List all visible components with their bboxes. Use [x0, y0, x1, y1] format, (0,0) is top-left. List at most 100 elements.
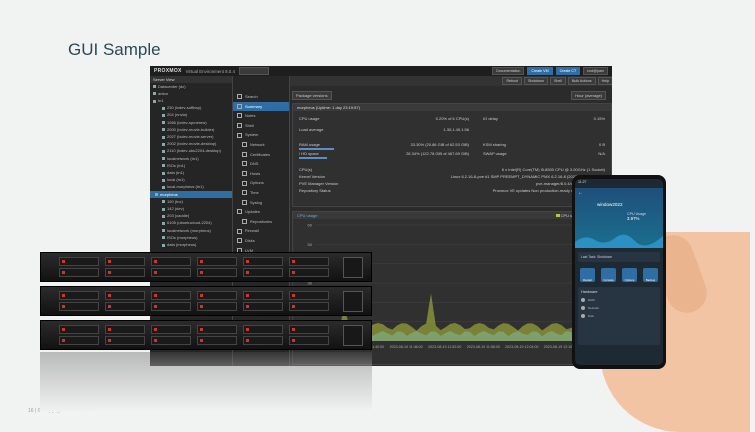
- nav-item[interactable]: Network: [233, 140, 289, 150]
- tree-item[interactable]: 150 (tnx): [150, 198, 232, 205]
- documentation-button[interactable]: Documentation: [492, 67, 525, 75]
- nav-item[interactable]: Syslog: [233, 198, 289, 208]
- top-bar: PROXMOX Virtual Environment 8.0.4 Docume…: [150, 66, 612, 76]
- tree-item-label: data (tn1): [167, 169, 185, 175]
- nav-label: Updates: [245, 209, 260, 215]
- tree-item-label: morpheus: [160, 191, 178, 197]
- tree-item[interactable]: localnetwork (morpheus): [150, 227, 232, 234]
- nav-item[interactable]: Certificates: [233, 150, 289, 160]
- shutdown-button[interactable]: Shutdown: [524, 77, 549, 85]
- tree-item[interactable]: ISOs (tn1): [150, 162, 232, 169]
- tree-list: Datacenter (dc) anton tn1 230 (lxdev-suffix…: [150, 83, 232, 249]
- tree-item[interactable]: data (morpheus): [150, 241, 232, 248]
- nav-label: Disks: [245, 237, 255, 243]
- nav-item[interactable]: DNS: [233, 159, 289, 169]
- nav-item[interactable]: Time: [233, 188, 289, 198]
- nav-label: Hosts: [250, 170, 261, 176]
- tree-item[interactable]: ISOs (morpheus): [150, 234, 232, 241]
- tree-item[interactable]: morpheus: [150, 191, 232, 199]
- nav-item[interactable]: Updates: [233, 207, 289, 217]
- usage-bar: [299, 157, 327, 159]
- tree-item-icon: [162, 164, 165, 168]
- nav-item[interactable]: Search: [233, 92, 289, 102]
- nav-item[interactable]: Repositories: [233, 217, 289, 227]
- drive-bay: [197, 257, 237, 266]
- help-button[interactable]: Help: [597, 77, 612, 85]
- drive-bay: [151, 268, 191, 277]
- x-tick: 2023-08-19 11:58:00: [467, 345, 500, 349]
- shell-button[interactable]: Shell: [550, 77, 567, 85]
- tree-item[interactable]: 204 (nnvia): [150, 112, 232, 119]
- nav-icon: [242, 190, 247, 196]
- tree-item[interactable]: 2000 (lxdev-movie-builder): [150, 126, 232, 133]
- restart-icon[interactable]: Restart: [580, 268, 595, 282]
- last-task-card[interactable]: Last Task: Shutdown: [578, 252, 660, 262]
- tree-item[interactable]: Datacenter (dc): [150, 83, 232, 90]
- drive-bay: [105, 336, 145, 345]
- nav-label: Summary: [245, 103, 263, 109]
- tree-item-label: 142 (dev): [167, 205, 184, 211]
- nav-item[interactable]: Notes: [233, 111, 289, 121]
- tree-item[interactable]: 2027 (lxdev-movie-server): [150, 133, 232, 140]
- tree-item-label: 2002 (lxdev-movie-desktop): [167, 141, 217, 147]
- tree-item-icon: [162, 236, 165, 240]
- tree-item[interactable]: 1066 (lxdev-spmerew): [150, 119, 232, 126]
- bulk-actions-button[interactable]: Bulk Actions: [568, 77, 596, 85]
- create-vm-button[interactable]: Create VM: [527, 67, 553, 75]
- disk-icon: [581, 314, 585, 318]
- tree-item[interactable]: anton: [150, 90, 232, 97]
- tree-item[interactable]: 142 (dev): [150, 205, 232, 212]
- drive-bay: [151, 291, 191, 300]
- package-versions-button[interactable]: Package versions: [292, 91, 332, 100]
- nav-item[interactable]: Shell: [233, 121, 289, 131]
- tree-header[interactable]: Server View: [150, 76, 232, 83]
- tree-item-icon: [162, 128, 165, 132]
- proxmox-logo: PROXMOX: [154, 68, 182, 74]
- nav-item[interactable]: Hosts: [233, 169, 289, 179]
- backup-icon[interactable]: Backup: [643, 268, 658, 282]
- tree-item[interactable]: 2110 (lxdev-ubu2204-desktop): [150, 148, 232, 155]
- summary-key: Kernel Version: [299, 174, 326, 179]
- create-ct-button[interactable]: Create CT: [555, 67, 581, 75]
- nav-label: Time: [250, 189, 259, 195]
- front-panel: [343, 291, 363, 312]
- hour-select[interactable]: Hour (average): [571, 91, 606, 100]
- legend-cpu-swatch: [555, 214, 560, 217]
- options-icon[interactable]: Options: [622, 268, 637, 282]
- hw-row-network[interactable]: Network: [581, 306, 657, 310]
- console-icon[interactable]: Console: [601, 268, 616, 282]
- back-arrow-icon[interactable]: ←: [578, 190, 583, 196]
- tree-item-icon: [155, 193, 158, 197]
- tree-item-icon: [162, 142, 165, 146]
- nav-item[interactable]: System: [233, 130, 289, 140]
- nav-label: Notes: [245, 113, 256, 119]
- tree-item[interactable]: 230 (lxdev-suffixsy): [150, 105, 232, 112]
- tree-item-label: 230 (lxdev-suffixsy): [167, 105, 202, 111]
- tree-item-icon: [162, 121, 165, 125]
- nav-icon: [242, 142, 247, 148]
- nav-item[interactable]: Options: [233, 178, 289, 188]
- tree-item[interactable]: 6105 (ubuntucloud-2204): [150, 220, 232, 227]
- reboot-button[interactable]: Reboot: [502, 77, 523, 85]
- tree-item[interactable]: tn1: [150, 97, 232, 104]
- hardware-title: Hardware: [581, 290, 598, 294]
- tree-item[interactable]: localnetwork (tn1): [150, 155, 232, 162]
- search-input[interactable]: [238, 67, 269, 75]
- nav-icon: [237, 94, 242, 100]
- tree-item[interactable]: local (tn1): [150, 177, 232, 184]
- chart-header: CPU usage CPU usage IO delay: [293, 212, 611, 219]
- tree-item[interactable]: 2002 (lxdev-movie-desktop): [150, 141, 232, 148]
- nav-item[interactable]: Disks: [233, 236, 289, 246]
- hw-row-disk[interactable]: Disk: [581, 314, 657, 318]
- tree-item-icon: [162, 171, 165, 175]
- tree-item[interactable]: data (tn1): [150, 169, 232, 176]
- tree-item[interactable]: local-morpheus (tn1): [150, 184, 232, 191]
- hw-row-ram[interactable]: RAM: [581, 298, 657, 302]
- user-menu-button[interactable]: root@pam: [583, 67, 608, 75]
- drive-bay: [59, 291, 99, 300]
- nav-item[interactable]: Firewall: [233, 226, 289, 236]
- summary-key: Repository Status: [299, 188, 331, 193]
- drive-bay: [197, 336, 237, 345]
- tree-item[interactable]: 203 (caddie): [150, 213, 232, 220]
- nav-item[interactable]: Summary: [233, 101, 289, 112]
